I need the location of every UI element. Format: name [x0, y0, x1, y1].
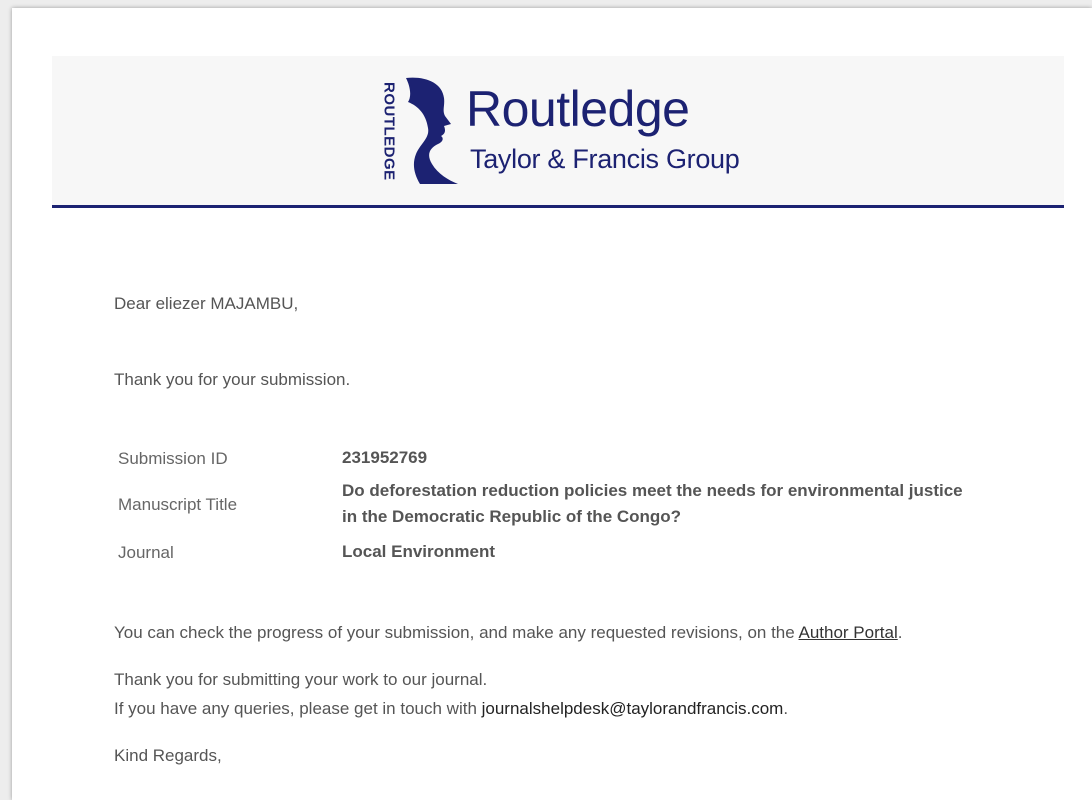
queries-paragraph: If you have any queries, please get in t… — [114, 699, 788, 719]
progress-text: You can check the progress of your submi… — [114, 623, 799, 642]
logo-vertical-text: ROUTLEDGE — [380, 81, 398, 181]
brand-subtitle: Taylor & Francis Group — [470, 144, 740, 174]
brand-name: Routledge — [466, 81, 690, 137]
profile-face-icon — [406, 77, 458, 184]
submission-id-label: Submission ID — [118, 449, 228, 468]
greeting-text: Dear eliezer MAJAMBU, — [114, 294, 299, 313]
queries-text: If you have any queries, please get in t… — [114, 699, 482, 718]
manuscript-title-label: Manuscript Title — [118, 495, 238, 514]
header-divider — [52, 205, 1064, 208]
helpdesk-email-link[interactable]: journalshelpdesk@taylorandfrancis.com — [482, 699, 784, 718]
routledge-logo: ROUTLEDGE Routledge Taylor & Francis Gro… — [376, 76, 756, 186]
journal-value: Local Environment — [342, 542, 496, 561]
submission-id-value: 231952769 — [342, 448, 428, 467]
progress-end: . — [897, 623, 903, 642]
progress-paragraph: You can check the progress of your submi… — [114, 623, 902, 643]
logo-vertical-wordmark: ROUTLEDGE — [376, 76, 402, 186]
manuscript-title-value: Do deforestation reduction policies meet… — [342, 481, 963, 526]
journal-label: Journal — [118, 543, 174, 562]
thanks-work-text: Thank you for submitting your work to ou… — [114, 670, 488, 689]
author-portal-link[interactable]: Author Portal — [799, 623, 898, 642]
thanks-text: Thank you for your submission. — [114, 370, 351, 389]
queries-end: . — [783, 699, 789, 718]
closing-text: Kind Regards, — [114, 746, 222, 765]
email-window: ROUTLEDGE Routledge Taylor & Francis Gro… — [12, 8, 1092, 800]
